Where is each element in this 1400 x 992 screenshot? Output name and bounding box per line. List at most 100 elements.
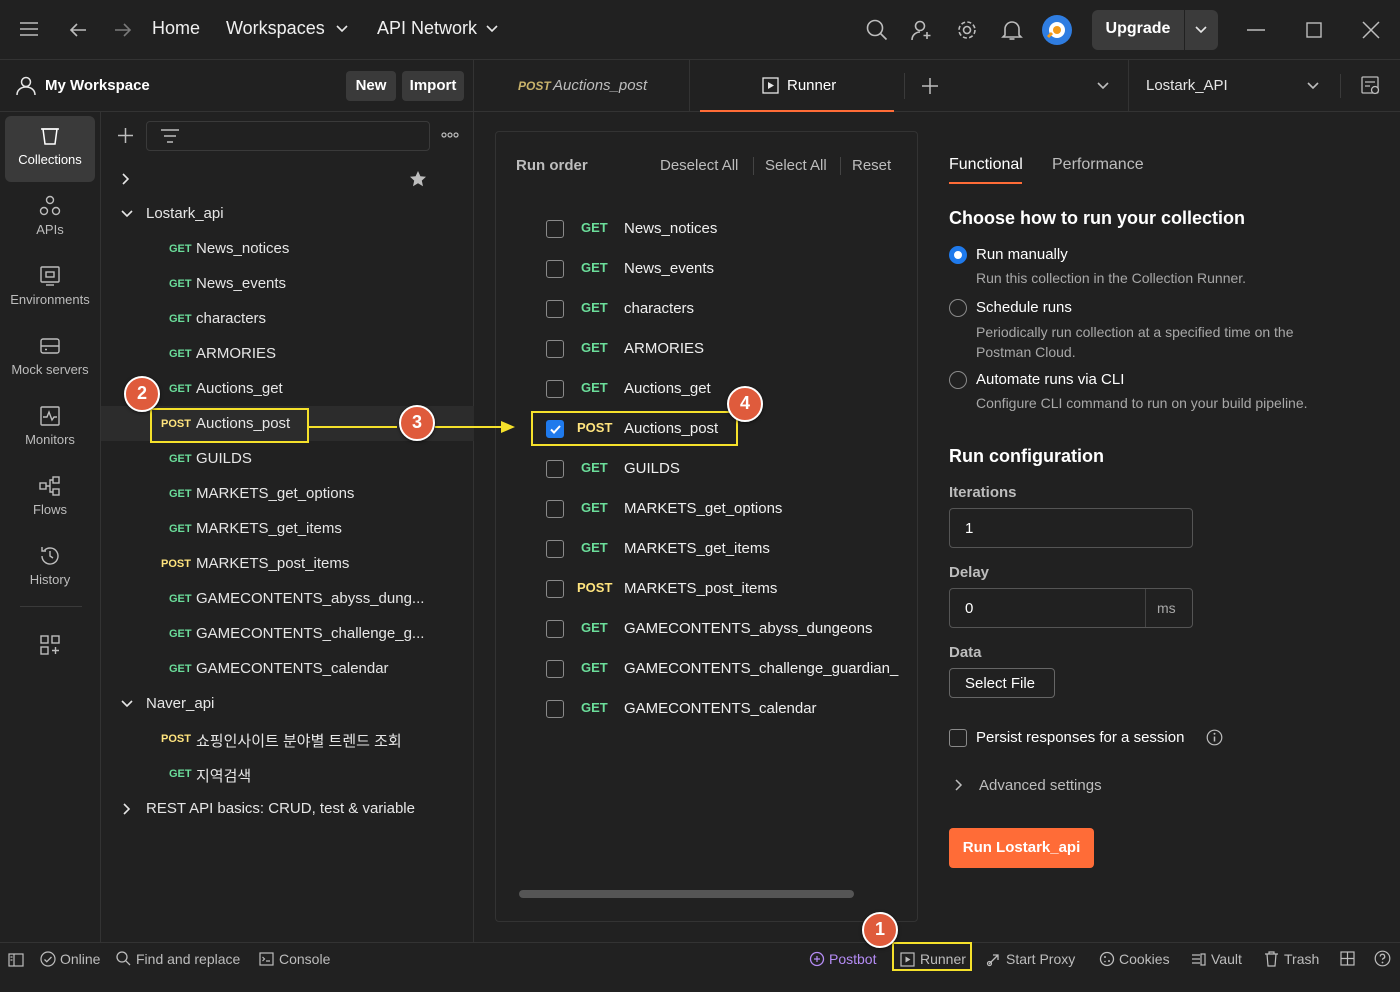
request-checkbox[interactable] [546,620,564,638]
add-ons-icon[interactable] [39,634,61,656]
reset-button[interactable]: Reset [852,157,891,174]
collection-naver[interactable]: Naver_api [101,686,474,721]
advanced-settings-toggle[interactable]: Advanced settings [979,777,1102,794]
more-options-icon[interactable] [441,132,459,138]
request-checkbox[interactable] [546,300,564,318]
online-status[interactable]: Online [60,951,100,967]
request-checkbox[interactable] [546,340,564,358]
delay-input[interactable]: 0 ms [949,588,1193,628]
bell-icon[interactable] [1001,19,1023,41]
run-order-row[interactable]: GET GAMECONTENTS_challenge_guardian_ [496,649,919,689]
request-checkbox[interactable] [546,500,564,518]
deselect-all-button[interactable]: Deselect All [660,157,738,174]
request-item[interactable]: GET 지역검색 [101,756,474,791]
request-checkbox[interactable] [546,220,564,238]
request-item[interactable]: GET News_events [101,266,474,301]
minimize-icon[interactable] [1247,29,1265,31]
tab-request[interactable]: POST Auctions_post [474,60,690,112]
chevron-right-icon[interactable] [955,779,963,791]
search-icon[interactable] [866,19,888,41]
request-item[interactable]: GET MARKETS_get_options [101,476,474,511]
collection-lostark[interactable]: Lostark_api [101,196,474,231]
toggle-sidebar-icon[interactable] [8,953,24,967]
environment-quick-look-icon[interactable] [1361,76,1381,96]
menu-icon[interactable] [20,22,38,36]
request-item[interactable]: GET News_notices [101,231,474,266]
nav-api-network[interactable]: API Network [377,18,477,39]
request-item[interactable]: GET ARMORIES [101,336,474,371]
horizontal-scrollbar[interactable] [519,890,854,898]
rail-mock-servers[interactable]: Mock servers [5,326,95,392]
chevron-down-icon[interactable] [336,25,348,33]
trash-button[interactable]: Trash [1284,951,1319,967]
rail-collections[interactable]: Collections [5,116,95,182]
rail-flows[interactable]: Flows [5,466,95,532]
run-order-row[interactable]: GET News_notices [496,209,919,249]
run-collection-button[interactable]: Run Lostark_api [949,828,1094,868]
request-item[interactable]: GET GAMECONTENTS_challenge_g... [101,616,474,651]
request-checkbox[interactable] [546,380,564,398]
run-order-row[interactable]: POST MARKETS_post_items [496,569,919,609]
request-checkbox[interactable] [546,580,564,598]
request-checkbox[interactable] [546,260,564,278]
chevron-down-icon[interactable] [121,210,133,218]
request-item[interactable]: POST MARKETS_post_items [101,546,474,581]
radio-run-manually[interactable] [949,246,967,264]
chevron-down-icon[interactable] [486,25,498,33]
settings-icon[interactable] [956,19,978,41]
run-order-row[interactable]: GET GAMECONTENTS_calendar [496,689,919,729]
chevron-down-icon[interactable] [1307,82,1319,90]
radio-automate-cli[interactable] [949,371,967,389]
invite-user-icon[interactable] [911,19,933,41]
run-order-row[interactable]: GET characters [496,289,919,329]
run-order-row[interactable]: GET Auctions_get [496,369,919,409]
rail-environments[interactable]: Environments [5,256,95,322]
persist-responses-checkbox[interactable] [949,729,967,747]
tab-performance[interactable]: Performance [1052,156,1144,174]
radio-schedule-runs[interactable] [949,299,967,317]
import-button[interactable]: Import [402,71,464,101]
select-all-button[interactable]: Select All [765,157,827,174]
find-replace-button[interactable]: Find and replace [136,951,240,967]
request-item[interactable]: GET characters [101,301,474,336]
cookies-button[interactable]: Cookies [1119,951,1170,967]
layout-icon[interactable] [1340,951,1355,966]
info-icon[interactable] [1206,729,1223,746]
rail-monitors[interactable]: Monitors [5,396,95,462]
start-proxy-button[interactable]: Start Proxy [1006,951,1075,967]
plus-icon[interactable] [921,77,939,95]
collection-rest-basics[interactable]: REST API basics: CRUD, test & variable [101,791,474,826]
plus-icon[interactable] [117,127,134,144]
request-item[interactable]: POST 쇼핑인사이트 분야별 트렌드 조회 [101,721,474,756]
request-checkbox[interactable] [546,660,564,678]
request-item[interactable]: GET MARKETS_get_items [101,511,474,546]
select-file-button[interactable]: Select File [949,668,1055,698]
request-checkbox[interactable] [546,460,564,478]
console-button[interactable]: Console [279,951,330,967]
chevron-down-icon[interactable] [1195,26,1207,34]
new-button[interactable]: New [346,71,396,101]
run-order-row[interactable]: GET GAMECONTENTS_abyss_dungeons [496,609,919,649]
upgrade-button[interactable]: Upgrade [1092,10,1218,50]
forward-arrow-icon[interactable] [113,20,133,40]
back-arrow-icon[interactable] [68,20,88,40]
request-item[interactable]: GET GAMECONTENTS_calendar [101,651,474,686]
run-order-row[interactable]: GET ARMORIES [496,329,919,369]
chevron-right-icon[interactable] [122,173,130,185]
rail-history[interactable]: History [5,536,95,602]
help-icon[interactable] [1374,950,1391,967]
request-item[interactable]: GET GAMECONTENTS_abyss_dung... [101,581,474,616]
chevron-down-icon[interactable] [121,700,133,708]
close-icon[interactable] [1362,21,1380,39]
run-order-row[interactable]: GET News_events [496,249,919,289]
filter-input[interactable] [146,121,430,151]
iterations-input[interactable]: 1 [949,508,1193,548]
request-checkbox[interactable] [546,540,564,558]
run-order-row[interactable]: GET MARKETS_get_items [496,529,919,569]
star-icon[interactable] [409,170,427,188]
run-order-row[interactable]: GET MARKETS_get_options [496,489,919,529]
postbot-button[interactable]: Postbot [829,951,876,967]
run-order-row[interactable]: GET GUILDS [496,449,919,489]
chevron-right-icon[interactable] [123,803,131,815]
tab-runner[interactable]: Runner [700,60,894,112]
